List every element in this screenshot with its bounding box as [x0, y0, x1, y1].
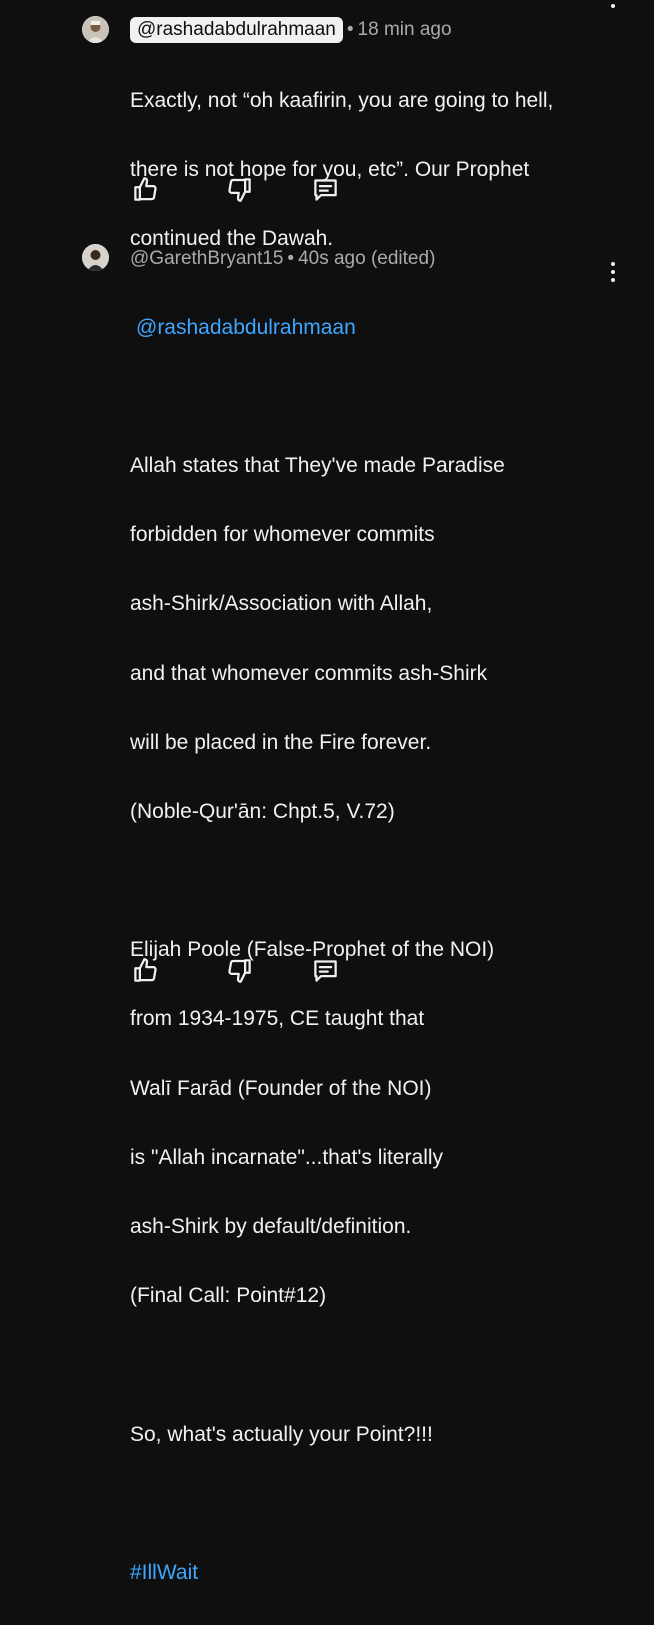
- avatar[interactable]: [82, 16, 109, 43]
- reply-icon: [313, 178, 337, 201]
- dislike-icon: [227, 177, 251, 202]
- dislike-icon: [227, 958, 251, 983]
- timestamp: 40s ago (edited): [298, 248, 436, 269]
- text-line: ash-Shirk by default/definition.: [130, 1215, 412, 1239]
- text-line: Allah states that They've made Paradise: [130, 453, 505, 477]
- reply-button[interactable]: [310, 955, 340, 985]
- text-line: there is not hope for you, etc”. Our Pro…: [130, 157, 530, 181]
- comment-menu-button[interactable]: [607, 0, 619, 14]
- timestamp: 18 min ago: [357, 19, 452, 40]
- comment-text: @rashadabdulrahmaan Allah states that Th…: [130, 276, 614, 1625]
- avatar[interactable]: [82, 244, 109, 271]
- text-line: So, what's actually your Point?!!!: [130, 1422, 433, 1446]
- comment-meta: @GarethBryant15 • 40s ago (edited): [130, 248, 435, 270]
- text-line: and that whomever commits ash-Shirk: [130, 661, 488, 685]
- like-button[interactable]: [130, 955, 160, 985]
- text-line: from 1934-1975, CE taught that: [130, 1007, 425, 1031]
- comment-meta: @rashadabdulrahmaan • 18 min ago: [130, 17, 452, 43]
- dislike-button[interactable]: [224, 955, 254, 985]
- like-icon: [133, 176, 157, 201]
- reply-button[interactable]: [310, 174, 340, 204]
- like-icon: [133, 957, 157, 982]
- separator-dot: •: [346, 19, 354, 40]
- mention-link[interactable]: @rashadabdulrahmaan: [136, 311, 614, 346]
- like-button[interactable]: [130, 174, 160, 204]
- reply-icon: [313, 959, 337, 982]
- text-line: will be placed in the Fire forever.: [130, 730, 432, 754]
- text-line: (Final Call: Point#12): [130, 1284, 327, 1308]
- text-line: Exactly, not “oh kaafirin, you are going…: [130, 88, 554, 112]
- text-line: is "Allah incarnate"...that's literally: [130, 1145, 444, 1169]
- author-handle[interactable]: @GarethBryant15: [130, 248, 283, 269]
- hashtag-link[interactable]: #IllWait: [130, 1556, 614, 1591]
- author-handle[interactable]: @rashadabdulrahmaan: [130, 17, 343, 43]
- text-line: forbidden for whomever commits: [130, 523, 435, 547]
- dislike-button[interactable]: [224, 174, 254, 204]
- separator-dot: •: [287, 248, 295, 269]
- text-line: Elijah Poole (False-Prophet of the NOI): [130, 938, 495, 962]
- text-line: (Noble-Qur'ān: Chpt.5, V.72): [130, 799, 395, 823]
- text-line: Walī Farād (Founder of the NOI): [130, 1076, 432, 1100]
- text-line: ash-Shirk/Association with Allah,: [130, 592, 433, 616]
